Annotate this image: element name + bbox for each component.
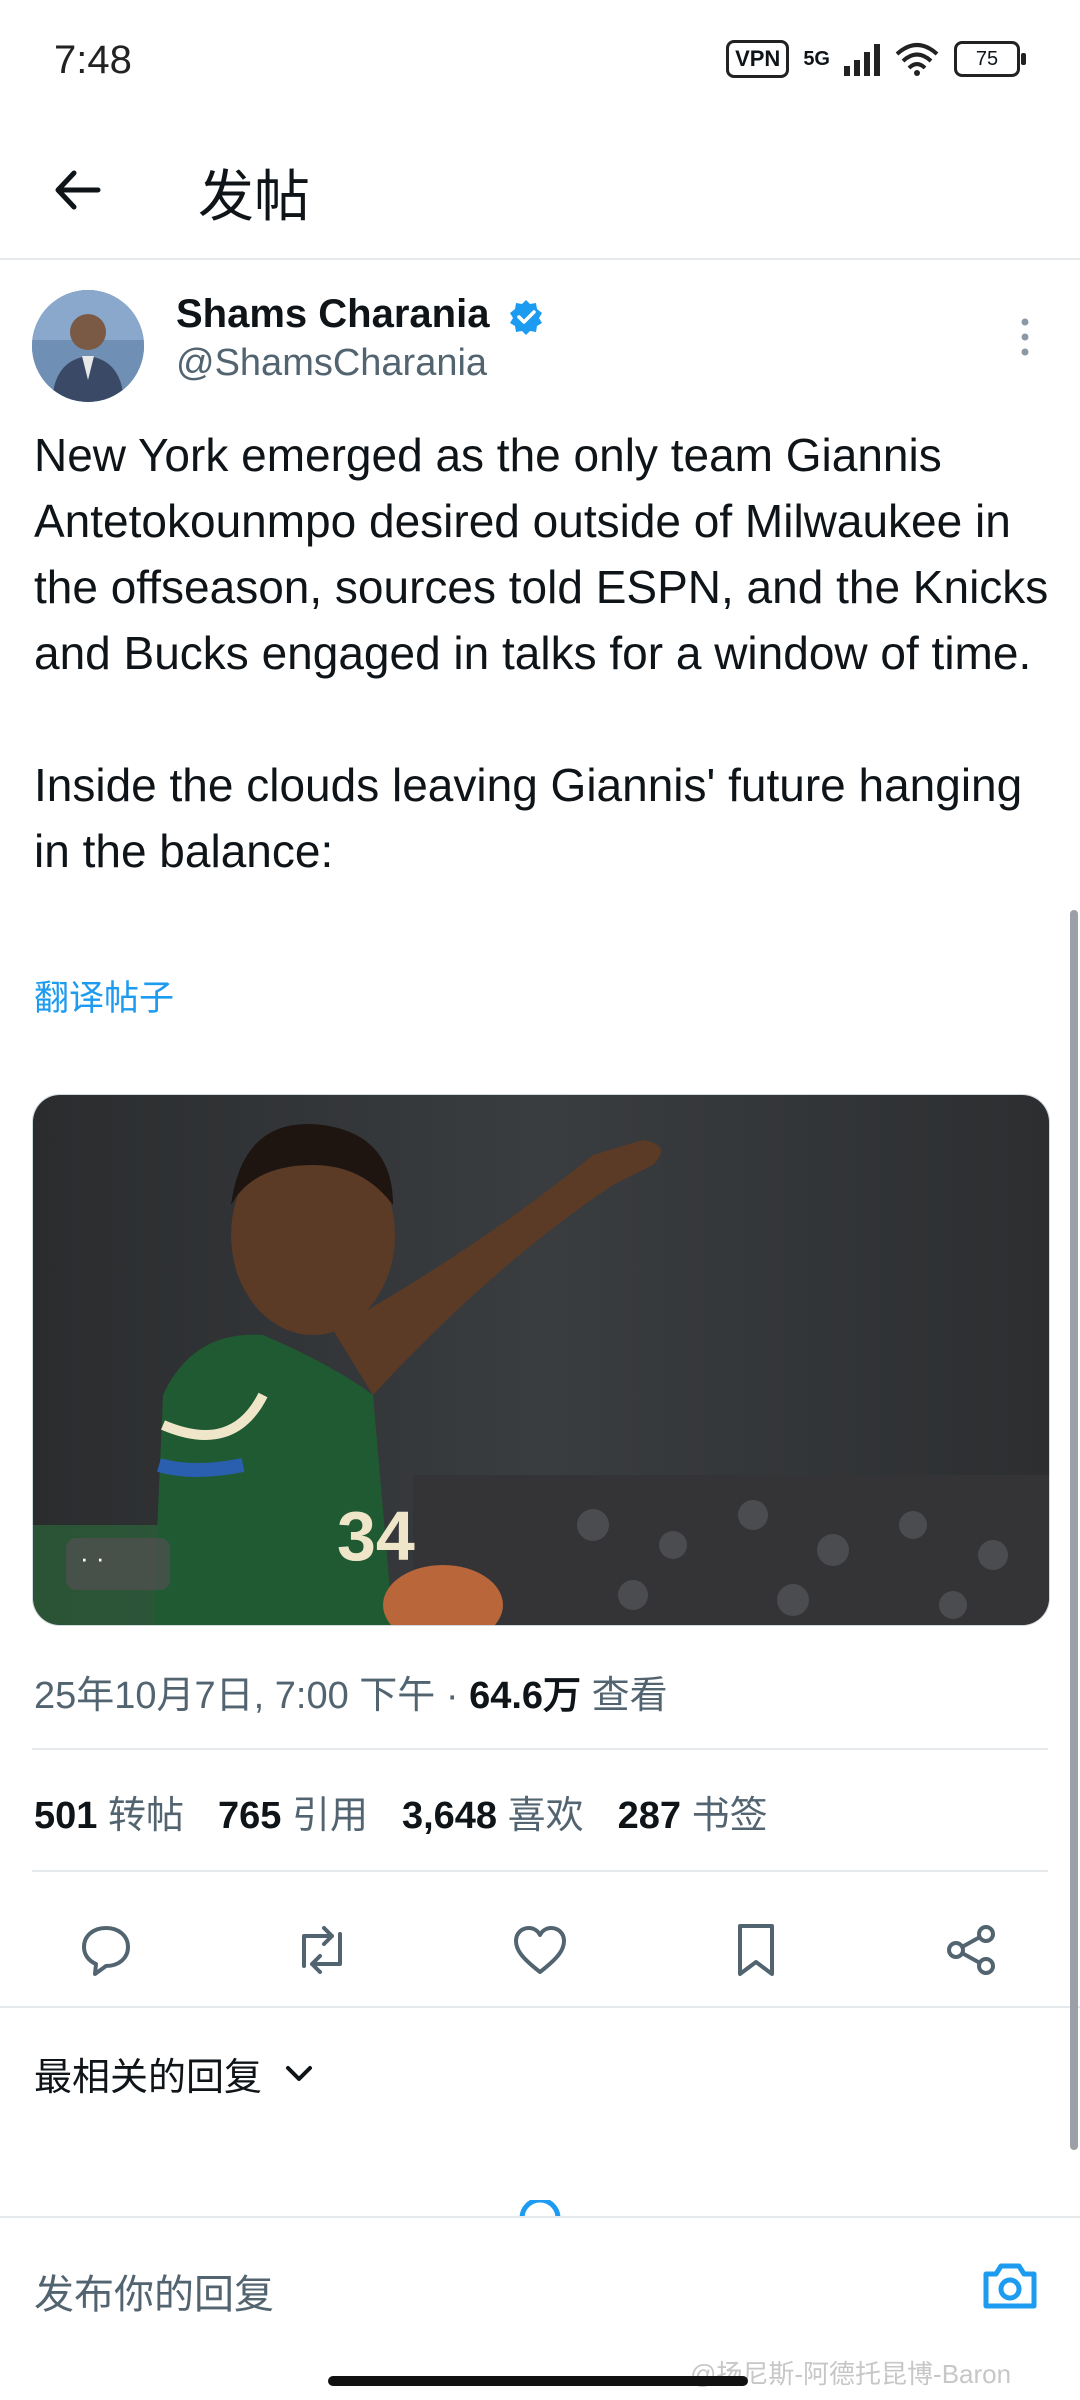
stat-likes[interactable]: 3,648 喜欢 [402,1784,584,1839]
views-label: 查看 [591,1675,668,1717]
reply-sort-dropdown[interactable]: 最相关的回复 [34,2046,314,2101]
bookmark-icon [738,1924,774,1976]
more-options-icon[interactable] [1010,312,1040,362]
battery-icon: 75 [954,41,1026,77]
media-badge[interactable]: · · [66,1538,170,1590]
avatar[interactable] [32,290,144,402]
jersey-number: 34 [337,1497,415,1575]
translate-post-link[interactable]: 翻译帖子 [34,970,174,1021]
tweet-timestamp: 25年10月7日, 7:00 下午 [34,1675,436,1717]
status-bar: 7:48 VPN 5G 75 [0,0,1080,120]
reply-input[interactable]: 发布你的回复 [34,2262,274,2320]
reply-icon [82,1926,130,1976]
signal-icon [844,42,880,76]
camera-icon[interactable] [978,2254,1042,2318]
network-type: 5G [803,47,830,70]
views-count: 64.6万 [469,1675,582,1717]
gesture-bar[interactable] [328,2376,748,2386]
reply-button[interactable] [66,1910,146,1990]
like-button[interactable] [500,1910,580,1990]
heart-icon [514,1926,566,1974]
status-time: 7:48 [54,38,132,82]
tweet-text: New York emerged as the only team Gianni… [34,429,1049,877]
stat-quotes[interactable]: 765 引用 [218,1784,368,1839]
verified-badge-icon [510,300,542,335]
top-app-bar: 发帖 [0,120,1080,260]
scrollbar[interactable] [1070,910,1078,2150]
wifi-icon [895,43,939,76]
share-button[interactable] [932,1910,1012,1990]
section-divider [0,2006,1080,2008]
back-arrow-icon[interactable] [48,160,108,220]
retweet-icon [302,1926,342,1974]
meta-separator: · [445,1675,459,1717]
tweet-meta: 25年10月7日, 7:00 下午 · 64.6万 查看 [34,1664,668,1719]
share-icon [947,1925,995,1975]
chevron-down-icon [286,2065,313,2081]
stat-reposts[interactable]: 501 转帖 [34,1784,184,1839]
vpn-icon: VPN [726,40,790,78]
reply-sort-label: 最相关的回复 [34,2057,263,2099]
page-title: 发帖 [198,165,310,228]
stat-bookmarks[interactable]: 287 书签 [618,1784,768,1839]
engagement-stats: 501 转帖 765 引用 3,648 喜欢 287 书签 [34,1784,768,1839]
divider [32,1748,1048,1750]
tweet-photo[interactable]: 34 [32,1094,1050,1626]
action-bar [0,1900,1080,2000]
retweet-button[interactable] [282,1910,362,1990]
bookmark-button[interactable] [716,1910,796,1990]
author-name[interactable]: Shams Charania [176,292,489,337]
author-handle[interactable]: @ShamsCharania [176,342,487,385]
status-icons: VPN 5G 75 [726,40,1026,78]
reply-compose-bar: 发布你的回复 [0,2216,1080,2348]
divider [32,1870,1048,1872]
